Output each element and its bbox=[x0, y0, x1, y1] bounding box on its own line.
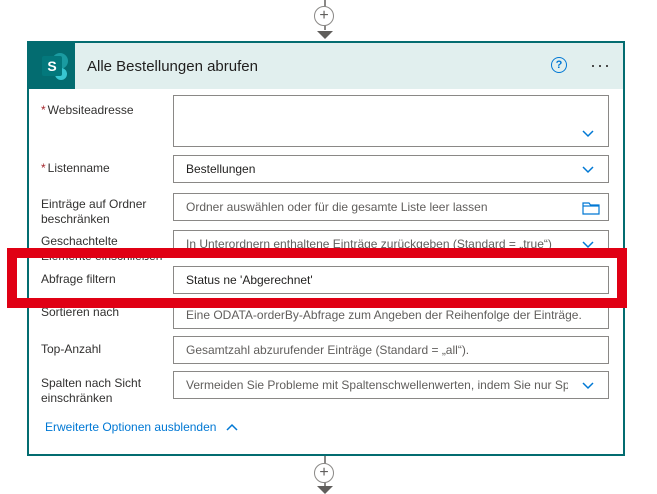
add-step-button-bottom[interactable]: + bbox=[314, 463, 334, 483]
list-label: * Listenname bbox=[41, 161, 110, 175]
more-options-icon[interactable]: ··· bbox=[590, 55, 611, 76]
chevron-down-icon[interactable] bbox=[582, 130, 594, 138]
top-count-input[interactable]: Gesamtzahl abzurufender Einträge (Standa… bbox=[173, 336, 609, 364]
row-view: Spalten nach Sicht einschränken Vermeide… bbox=[41, 371, 609, 405]
sharepoint-logo-icon: S bbox=[29, 43, 75, 89]
chevron-up-icon bbox=[226, 423, 238, 431]
row-top: Top-Anzahl Gesamtzahl abzurufender Eintr… bbox=[41, 336, 609, 364]
chevron-down-icon[interactable] bbox=[582, 166, 594, 174]
folder-label: Einträge auf Ordner beschränken bbox=[41, 197, 147, 226]
row-folder: Einträge auf Ordner beschränken Ordner a… bbox=[41, 193, 609, 226]
row-website: * Websiteadresse bbox=[41, 95, 609, 151]
view-columns-select[interactable]: Vermeiden Sie Probleme mit Spaltenschwel… bbox=[173, 371, 609, 399]
chevron-down-icon[interactable] bbox=[582, 382, 594, 390]
hide-advanced-options-link[interactable]: Erweiterte Optionen ausblenden bbox=[45, 420, 238, 434]
arrow-down-icon bbox=[317, 31, 333, 39]
highlight-frame bbox=[7, 248, 627, 308]
row-list: * Listenname Bestellungen bbox=[41, 155, 609, 183]
website-input[interactable] bbox=[173, 95, 609, 147]
plus-icon: + bbox=[319, 7, 329, 24]
card-title: Alle Bestellungen abrufen bbox=[87, 57, 258, 75]
arrow-down-icon bbox=[317, 486, 333, 494]
add-step-button-top[interactable]: + bbox=[314, 6, 334, 26]
list-select[interactable]: Bestellungen bbox=[173, 155, 609, 183]
view-label: Spalten nach Sicht einschränken bbox=[41, 376, 142, 405]
plus-icon: + bbox=[319, 464, 329, 481]
help-icon[interactable]: ? bbox=[551, 57, 567, 73]
website-label: * Websiteadresse bbox=[41, 103, 134, 117]
top-count-label: Top-Anzahl bbox=[41, 342, 102, 356]
folder-icon[interactable] bbox=[582, 201, 600, 215]
folder-input[interactable]: Ordner auswählen oder für die gesamte Li… bbox=[173, 193, 609, 221]
card-header[interactable]: S Alle Bestellungen abrufen ? ··· bbox=[29, 43, 623, 89]
